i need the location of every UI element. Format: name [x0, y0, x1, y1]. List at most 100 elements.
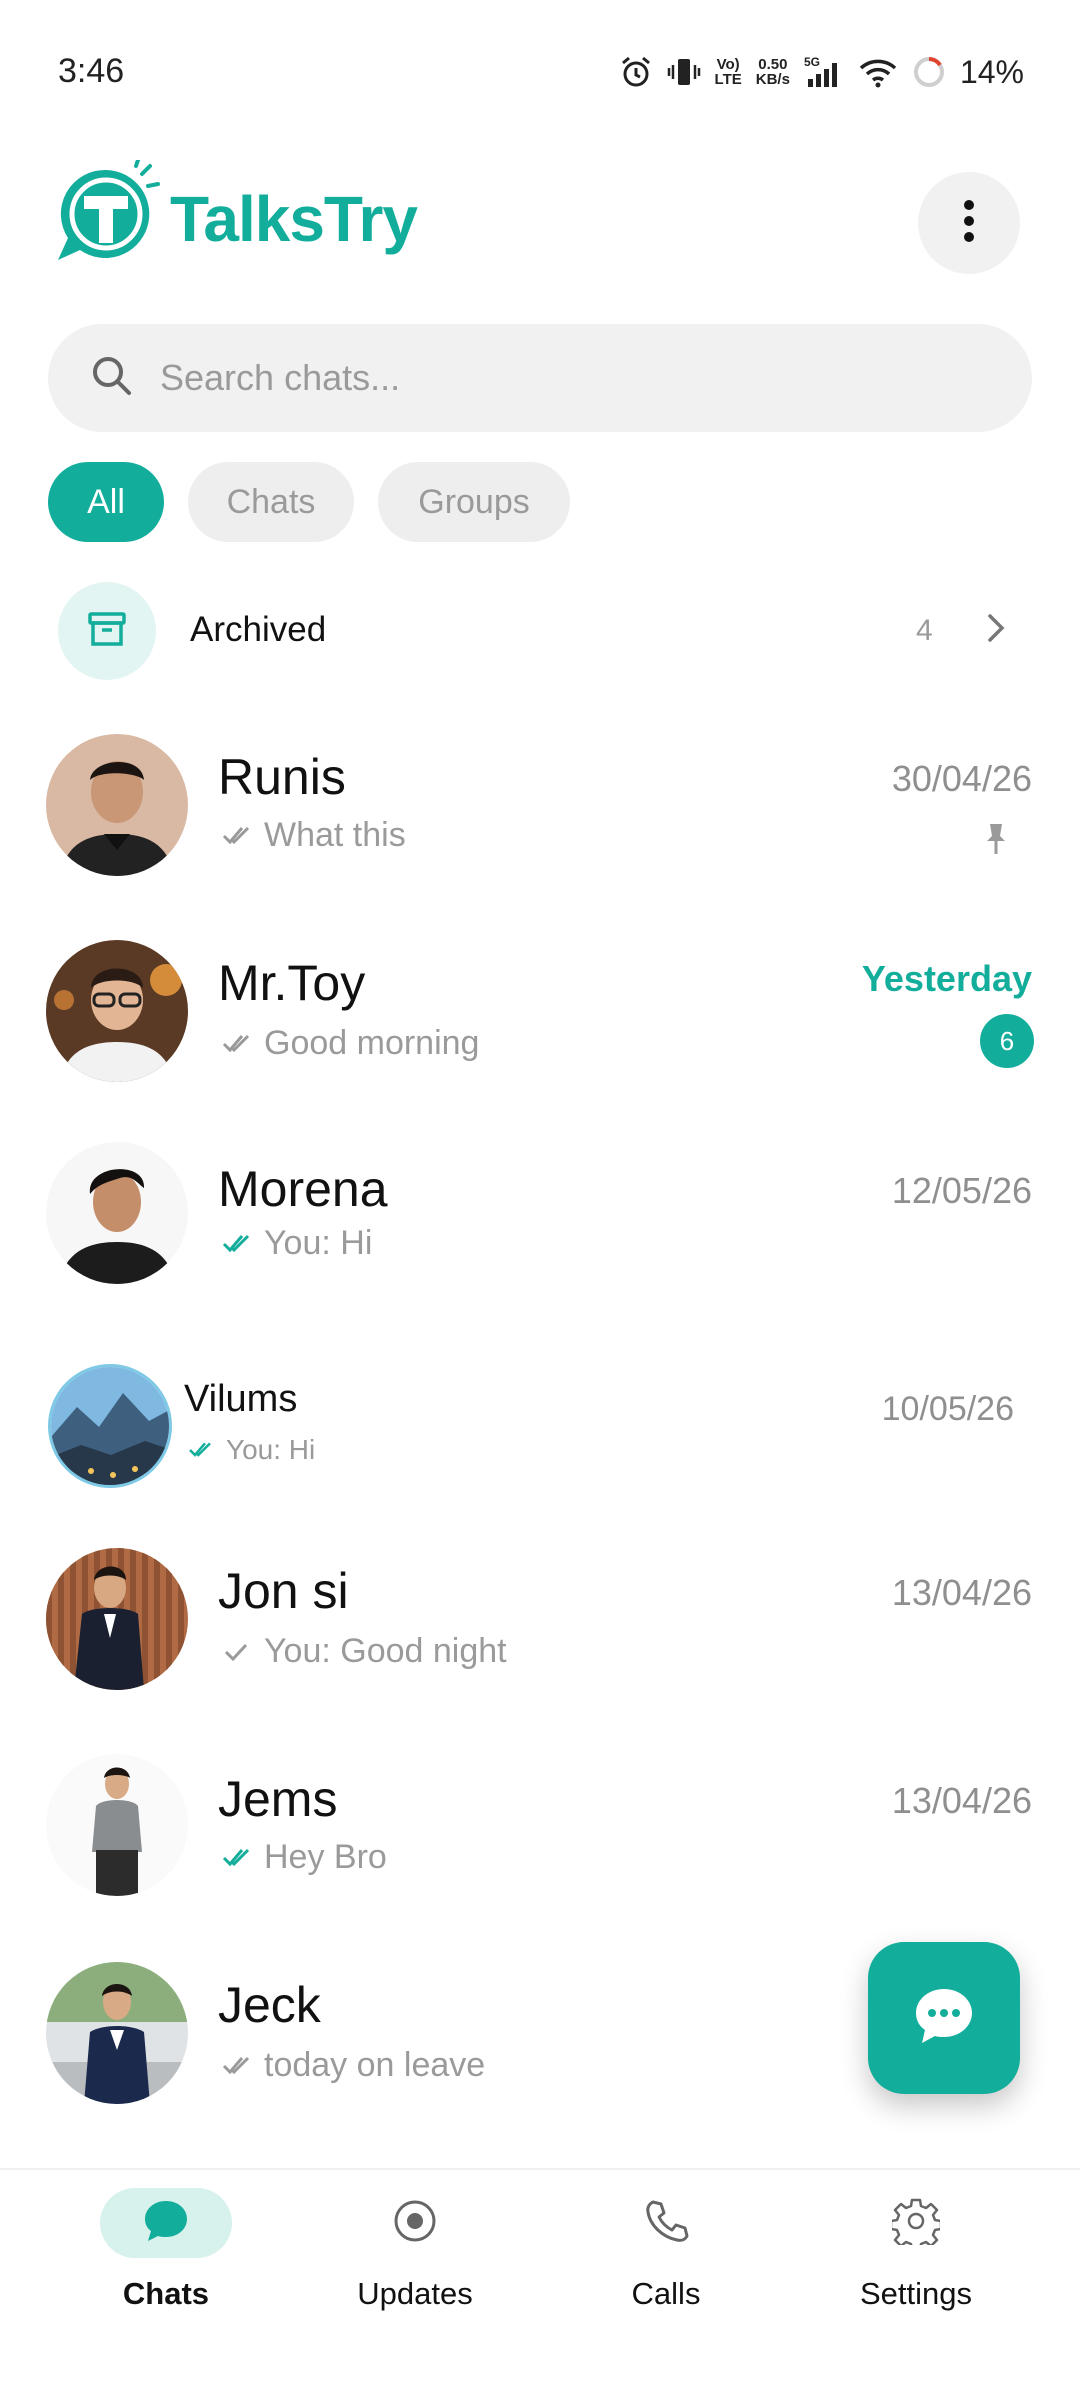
battery-ring-icon [912, 55, 946, 89]
nav-chats[interactable]: Chats [56, 2188, 276, 2358]
chat-preview-text: Good morning [264, 1024, 480, 1062]
app-logo: TalksTry [50, 158, 418, 277]
status-time: 3:46 [58, 52, 125, 90]
avatar [46, 1142, 188, 1284]
chat-item-vilums[interactable]: Vilums You: Hi 10/05/26 [0, 1356, 1080, 1536]
chat-name: Mr.Toy [218, 955, 366, 1011]
chat-preview-text: today on leave [264, 2046, 486, 2084]
nav-settings-label: Settings [859, 2276, 972, 2311]
avatar [48, 1364, 172, 1488]
single-check-icon [222, 1640, 250, 1664]
chat-item-morena[interactable]: Morena You: Hi 12/05/26 [0, 1140, 1080, 1320]
avatar [46, 1962, 188, 2104]
nav-calls[interactable]: Calls [556, 2188, 776, 2358]
chevron-right-icon [984, 608, 1010, 653]
pin-icon [984, 822, 1008, 861]
chat-preview: today on leave [222, 2046, 485, 2085]
alarm-icon [619, 55, 653, 89]
chat-item-jems[interactable]: Jems Hey Bro 13/04/26 [0, 1750, 1080, 1930]
vibrate-icon [667, 55, 701, 89]
brand-name: TalksTry [170, 182, 418, 255]
double-check-icon [188, 1440, 212, 1460]
status-icons: Vo) LTE 0.50 KB/s 5G 14% [619, 50, 1024, 94]
filter-chats[interactable]: Chats [188, 462, 354, 542]
avatar [46, 1548, 188, 1690]
network-speed: 0.50 KB/s [756, 57, 790, 87]
chat-date: 13/04/26 [891, 1780, 1032, 1821]
nav-settings-pill [850, 2188, 982, 2258]
chat-item-jon-si[interactable]: Jon si You: Good night 13/04/26 [0, 1542, 1080, 1722]
chat-preview-text: Hey Bro [264, 1838, 387, 1876]
chat-preview: What this [222, 816, 406, 855]
nav-calls-pill [600, 2188, 732, 2258]
unread-badge: 6 [980, 1014, 1034, 1068]
chat-preview-text: What this [264, 816, 406, 854]
chat-preview: Hey Bro [222, 1838, 387, 1877]
gear-icon [889, 2197, 943, 2251]
nav-calls-label: Calls [631, 2276, 701, 2311]
search-icon [90, 354, 134, 403]
new-chat-button[interactable] [868, 1942, 1020, 2094]
filter-groups[interactable]: Groups [378, 462, 570, 542]
chat-preview-text: You: Good night [264, 1632, 507, 1670]
battery-percent: 14% [959, 53, 1024, 90]
double-check-icon [222, 1232, 250, 1256]
archived-count: 4 [916, 614, 933, 647]
search-input[interactable] [160, 357, 960, 399]
nav-updates-pill [349, 2188, 481, 2258]
chat-name: Jems [218, 1771, 338, 1827]
chat-preview: You: Hi [188, 1434, 315, 1466]
nav-chats-pill [100, 2188, 232, 2258]
double-check-icon [222, 1032, 250, 1056]
svg-text:5G: 5G [804, 55, 820, 69]
wifi-icon [858, 55, 898, 89]
nav-updates[interactable]: Updates [305, 2188, 525, 2358]
chat-preview-text: You: Hi [226, 1434, 316, 1465]
archived-label: Archived [190, 610, 327, 649]
chat-bubble-icon [142, 2198, 190, 2249]
chat-preview-text: You: Hi [264, 1224, 373, 1262]
nav-updates-label: Updates [357, 2276, 473, 2311]
talkstry-logo-icon [50, 158, 162, 277]
bottom-navigation: Chats Updates Calls Settings [0, 2168, 1080, 2400]
volte-indicator: Vo) LTE [715, 57, 742, 87]
archive-icon-wrap [58, 582, 156, 680]
chat-preview: You: Hi [222, 1224, 372, 1263]
archived-row[interactable]: Archived 4 [0, 578, 1080, 686]
avatar [46, 734, 188, 876]
more-options-button[interactable] [918, 172, 1020, 274]
avatar [46, 1754, 188, 1896]
chat-date: 12/05/26 [891, 1170, 1032, 1211]
new-chat-icon [911, 1985, 977, 2052]
chat-date: Yesterday [861, 958, 1032, 999]
chat-name: Morena [218, 1161, 388, 1217]
chat-date: 10/05/26 [881, 1390, 1014, 1428]
filter-chips: All Chats Groups [48, 462, 570, 542]
nav-settings[interactable]: Settings [806, 2188, 1026, 2358]
chat-date: 13/04/26 [891, 1572, 1032, 1613]
double-check-icon [222, 824, 250, 848]
status-bar: 3:46 Vo) LTE 0.50 KB/s 5G 14% [0, 0, 1080, 140]
chat-date: 30/04/26 [891, 758, 1032, 799]
double-check-icon [222, 2054, 250, 2078]
nav-chats-label: Chats [122, 2276, 210, 2311]
chat-item-runis[interactable]: Runis What this 30/04/26 [0, 728, 1080, 908]
status-icon [392, 2198, 438, 2249]
speed-unit: KB/s [755, 71, 790, 88]
chat-name: Runis [218, 749, 346, 805]
search-bar[interactable] [48, 324, 1032, 432]
chat-item-mr-toy[interactable]: Mr.Toy Good morning Yesterday 6 [0, 934, 1080, 1114]
double-check-icon [222, 1846, 250, 1870]
volte-bottom: LTE [714, 71, 742, 88]
phone-icon [643, 2198, 689, 2249]
chat-preview: You: Good night [222, 1632, 507, 1671]
archive-icon [85, 607, 129, 656]
filter-all[interactable]: All [48, 462, 164, 542]
chat-name: Jeck [218, 1977, 321, 2033]
more-vertical-icon [963, 199, 975, 248]
chat-name: Jon si [218, 1563, 349, 1619]
chat-preview: Good morning [222, 1024, 479, 1063]
chat-name: Vilums [184, 1378, 298, 1420]
signal-icon: 5G [804, 55, 844, 89]
avatar [46, 940, 188, 1082]
